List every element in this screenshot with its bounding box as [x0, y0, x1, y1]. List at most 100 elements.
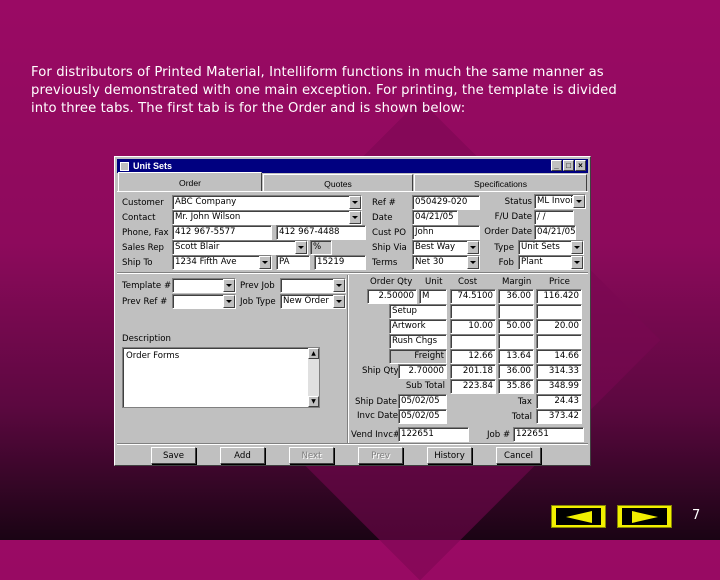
tab-quotes[interactable]: Quotes: [263, 174, 413, 192]
description-value: Order Forms: [126, 351, 180, 361]
line-item-cost[interactable]: [450, 334, 496, 349]
ref-field[interactable]: 050429-020: [412, 195, 480, 210]
type-label: Type: [494, 243, 514, 253]
previous-slide-button[interactable]: [551, 505, 606, 528]
tab-specifications[interactable]: Specifications: [414, 174, 587, 192]
order-qty-field[interactable]: 2.50000: [367, 289, 417, 304]
job-type-field[interactable]: New Order: [280, 294, 346, 309]
next-slide-button[interactable]: [617, 505, 672, 528]
invc-date-field[interactable]: 05/02/05: [398, 409, 447, 424]
type-field[interactable]: Unit Sets: [518, 240, 584, 255]
status-dropdown-icon[interactable]: [573, 195, 585, 208]
line-item-price[interactable]: 20.00: [536, 319, 582, 334]
template-field[interactable]: [172, 278, 236, 293]
ship-cost: 201.18: [450, 364, 496, 379]
total-label: Total: [511, 412, 532, 422]
freight-margin[interactable]: 13.64: [498, 349, 534, 364]
status-label: Status: [504, 197, 532, 207]
prev-job-field[interactable]: [280, 278, 346, 293]
fob-field[interactable]: Plant: [518, 255, 584, 270]
title-bar: Unit Sets _ □ ×: [117, 159, 588, 173]
save-button[interactable]: Save: [151, 447, 196, 464]
ship-margin: 36.00: [498, 364, 534, 379]
ship-qty-field[interactable]: 2.70000: [398, 364, 447, 379]
fax-field[interactable]: 412 967-4488: [276, 225, 366, 240]
cust-po-field[interactable]: John: [412, 225, 480, 240]
line-item-price[interactable]: [536, 304, 582, 319]
line-item-cost[interactable]: 10.00: [450, 319, 496, 334]
price-header: Price: [549, 277, 570, 287]
scroll-up-icon[interactable]: ▲: [308, 348, 319, 359]
prev-job-dropdown-icon[interactable]: [333, 279, 345, 292]
freight-cost[interactable]: 12.66: [450, 349, 496, 364]
phone-fax-label: Phone, Fax: [122, 228, 169, 238]
zip-field[interactable]: 15219: [314, 255, 366, 270]
job-type-dropdown-icon[interactable]: [333, 295, 345, 308]
prev-ref-field[interactable]: [172, 294, 236, 309]
type-dropdown-icon[interactable]: [571, 241, 583, 254]
cancel-button[interactable]: Cancel: [496, 447, 541, 464]
type-value: Unit Sets: [521, 242, 560, 252]
description-textarea[interactable]: Order Forms ▲ ▼: [122, 347, 320, 408]
address-field[interactable]: 1234 Fifth Ave: [172, 255, 272, 270]
line-item-name[interactable]: Setup: [389, 304, 447, 319]
fob-dropdown-icon[interactable]: [571, 256, 583, 269]
customer-dropdown-icon[interactable]: [349, 196, 361, 209]
terms-field[interactable]: Net 30: [412, 255, 480, 270]
add-button[interactable]: Add: [220, 447, 265, 464]
ship-via-dropdown-icon[interactable]: [467, 241, 479, 254]
tab-panel-edge: [117, 191, 588, 192]
job-number-field[interactable]: 122651: [513, 427, 584, 442]
line-item-margin[interactable]: [498, 304, 534, 319]
history-button[interactable]: History: [427, 447, 472, 464]
description-scrollbar[interactable]: ▲ ▼: [308, 348, 319, 407]
ship-date-field[interactable]: 05/02/05: [398, 394, 447, 409]
line-item-margin[interactable]: [498, 334, 534, 349]
section-divider: [117, 272, 588, 274]
sales-rep-value: Scott Blair: [175, 242, 220, 252]
app-icon: [120, 161, 129, 171]
next-button[interactable]: Next: [289, 447, 334, 464]
tab-order[interactable]: Order: [118, 172, 262, 192]
order-date-field[interactable]: 04/21/05: [534, 225, 576, 240]
unit-field[interactable]: M: [419, 289, 447, 304]
template-dropdown-icon[interactable]: [223, 279, 235, 292]
prev-ref-dropdown-icon[interactable]: [223, 295, 235, 308]
customer-field[interactable]: ABC Company: [172, 195, 362, 210]
line-item-margin[interactable]: 50.00: [498, 319, 534, 334]
contact-field[interactable]: Mr. John Wilson: [172, 210, 362, 225]
window-title: Unit Sets: [133, 161, 173, 171]
phone-field[interactable]: 412 967-5577: [172, 225, 272, 240]
unit-header: Unit: [425, 277, 443, 287]
contact-dropdown-icon[interactable]: [349, 211, 361, 224]
order-date-label: Order Date: [484, 227, 532, 237]
close-button[interactable]: ×: [575, 160, 586, 171]
ship-via-field[interactable]: Best Way: [412, 240, 480, 255]
line-item-price[interactable]: [536, 334, 582, 349]
sales-rep-field[interactable]: Scott Blair: [172, 240, 308, 255]
date-field[interactable]: 04/21/05: [412, 210, 458, 225]
sales-rep-label: Sales Rep: [122, 243, 164, 253]
tax-field[interactable]: 24.43: [536, 394, 582, 409]
ship-qty-label: Ship Qty: [362, 366, 399, 376]
maximize-button[interactable]: □: [563, 160, 574, 171]
freight-price[interactable]: 14.66: [536, 349, 582, 364]
sales-rep-dropdown-icon[interactable]: [295, 241, 307, 254]
customer-label: Customer: [122, 198, 164, 208]
address-dropdown-icon[interactable]: [259, 256, 271, 269]
fu-date-field[interactable]: / /: [534, 210, 574, 225]
freight-label: Freight: [389, 349, 447, 364]
prev-button[interactable]: Prev: [358, 447, 403, 464]
margin-field[interactable]: 36.00: [498, 289, 534, 304]
terms-dropdown-icon[interactable]: [467, 256, 479, 269]
price-field[interactable]: 116.420: [536, 289, 582, 304]
line-item-cost[interactable]: [450, 304, 496, 319]
scroll-down-icon[interactable]: ▼: [308, 396, 319, 407]
vend-invc-field[interactable]: 122651: [398, 427, 469, 442]
state-field[interactable]: PA: [276, 255, 310, 270]
minimize-button[interactable]: _: [551, 160, 562, 171]
line-item-name[interactable]: Rush Chgs: [389, 334, 447, 349]
cost-field[interactable]: 74.5100: [450, 289, 496, 304]
status-field[interactable]: ML Invoic: [534, 194, 586, 209]
line-item-name[interactable]: Artwork: [389, 319, 447, 334]
